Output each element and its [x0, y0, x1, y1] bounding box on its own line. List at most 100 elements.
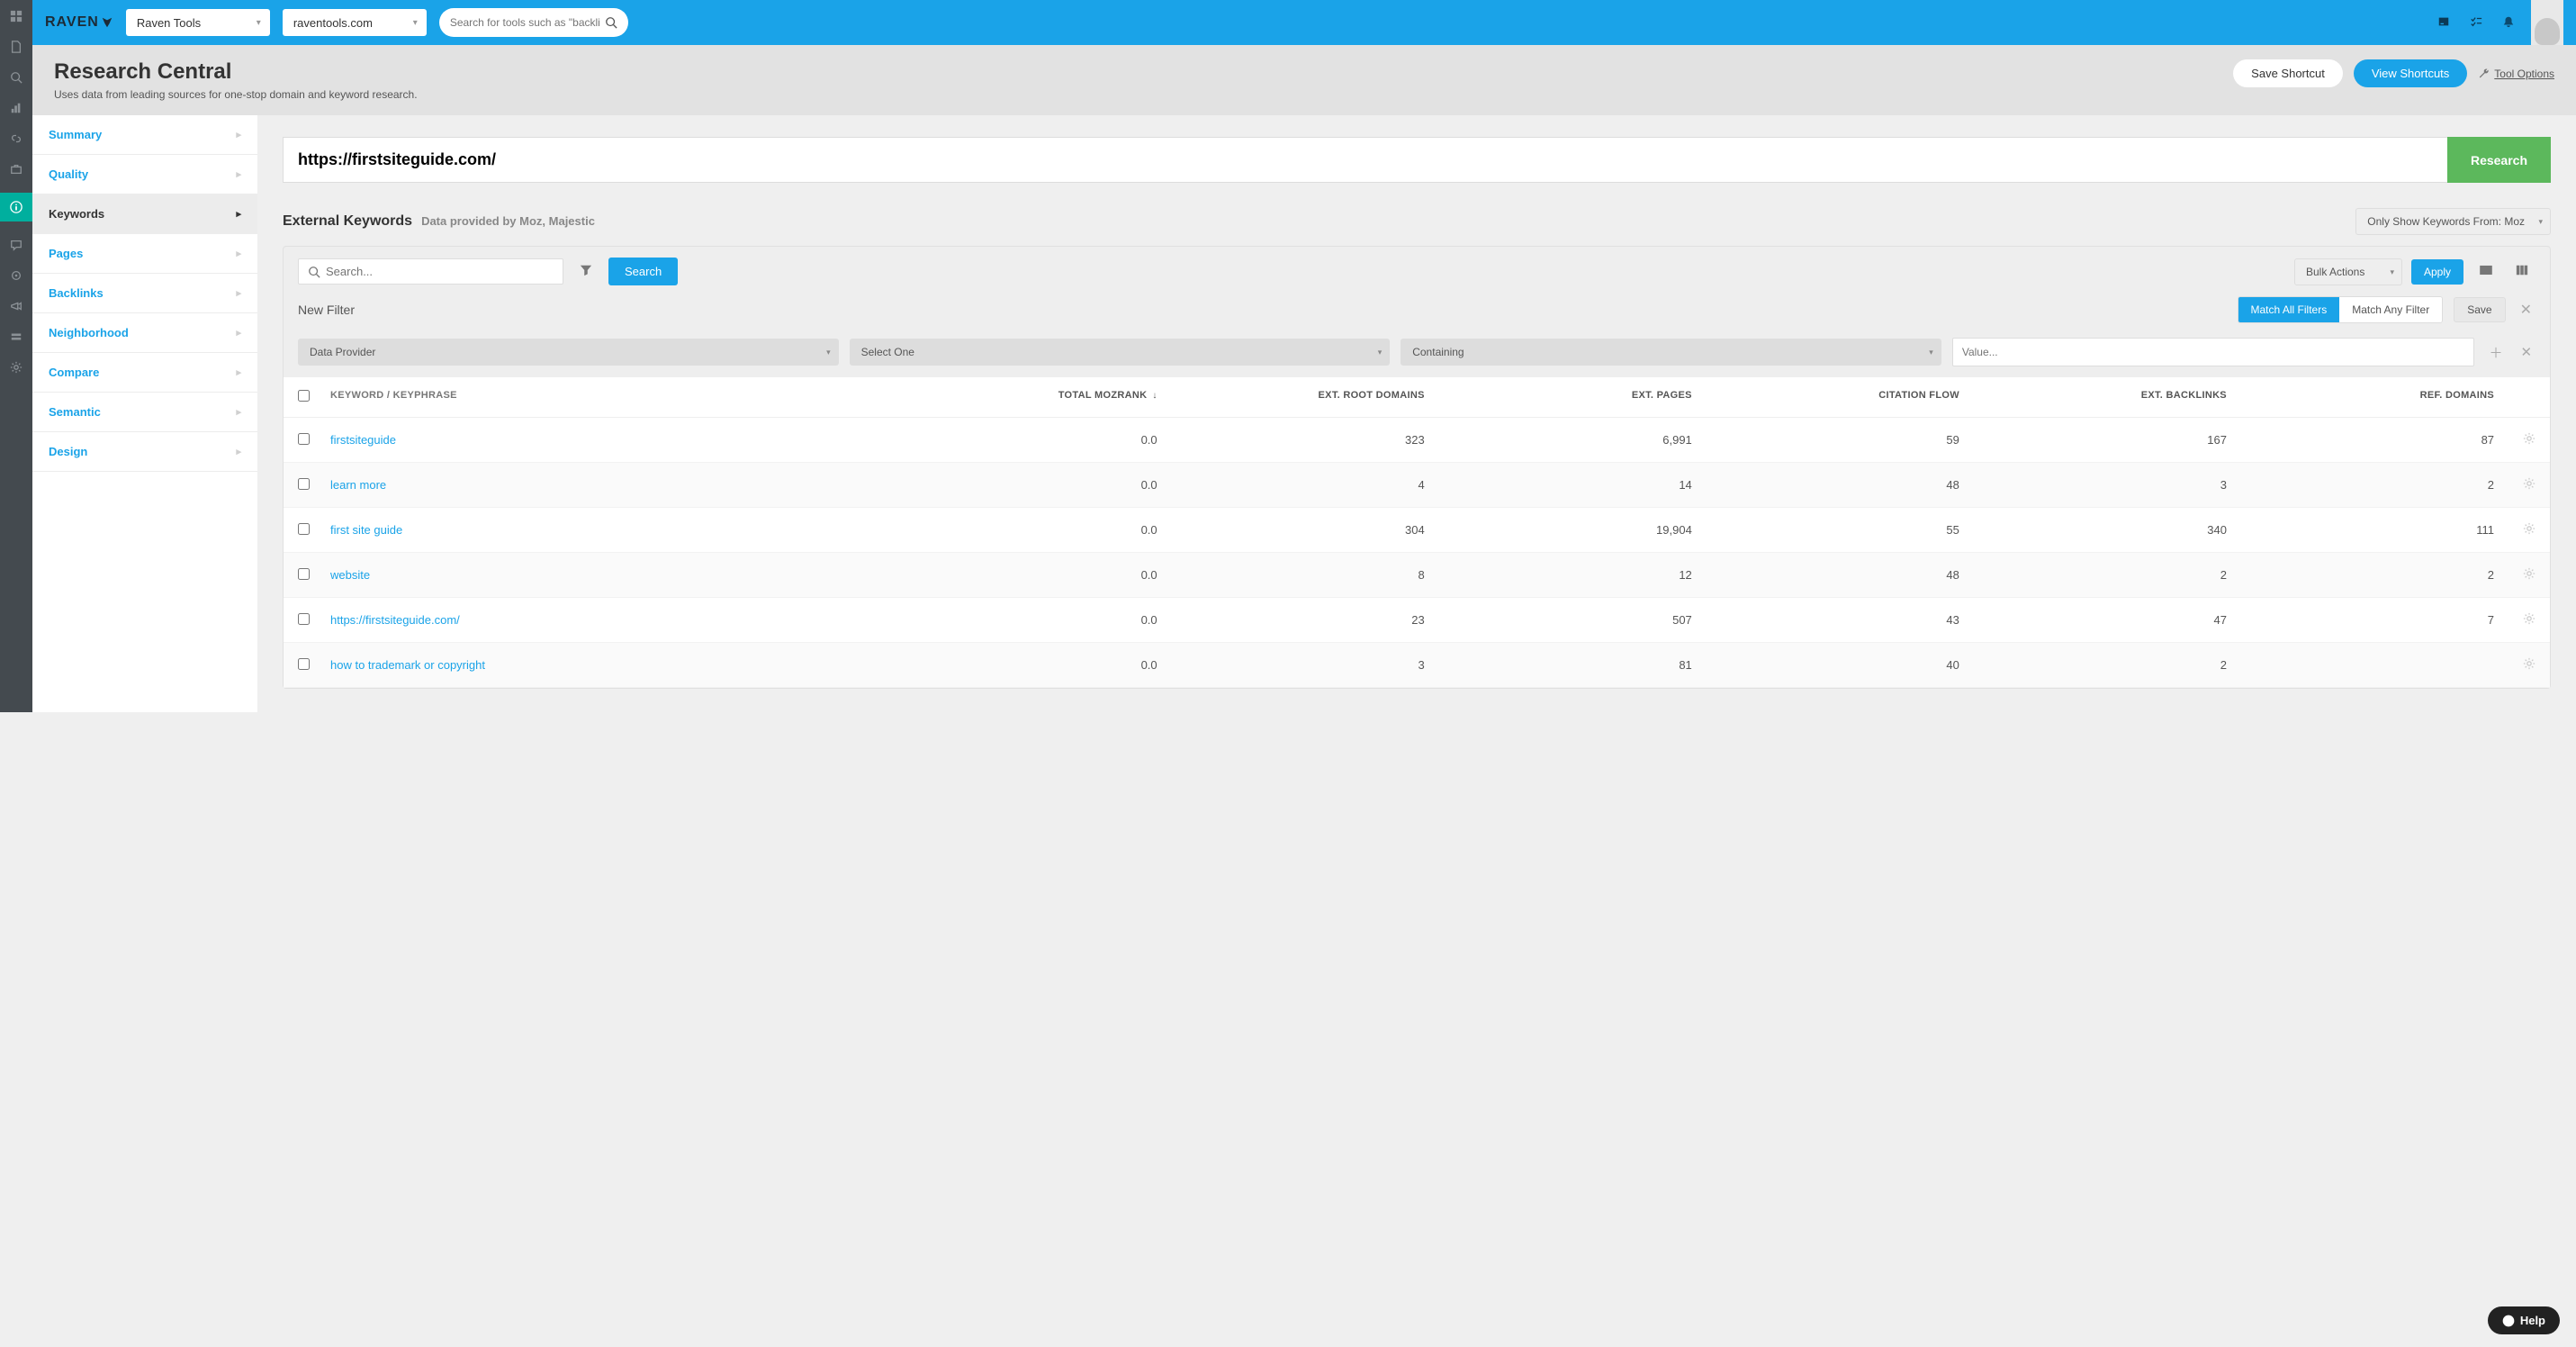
- keyword-link[interactable]: firstsiteguide: [330, 433, 899, 447]
- filter-operator-select[interactable]: Containing▾: [1401, 339, 1941, 366]
- bulk-actions-select[interactable]: Bulk Actions▾: [2294, 258, 2402, 285]
- keyword-link[interactable]: website: [330, 568, 899, 582]
- row-checkbox[interactable]: [298, 658, 310, 670]
- search-button[interactable]: Search: [608, 258, 678, 285]
- close-filter-icon[interactable]: ✕: [2517, 301, 2535, 319]
- rail-layers-icon[interactable]: [9, 330, 23, 344]
- row-checkbox[interactable]: [298, 568, 310, 580]
- card-icon[interactable]: [2434, 12, 2454, 34]
- rail-dashboard-icon[interactable]: [9, 9, 23, 23]
- col-mozrank[interactable]: TOTAL MOZRANK↓: [899, 390, 1166, 404]
- wrench-icon: [2478, 68, 2490, 80]
- rail-link-icon[interactable]: [9, 131, 23, 146]
- save-filter-button[interactable]: Save: [2454, 297, 2505, 322]
- sidenav-item-semantic[interactable]: Semantic ▸: [32, 393, 257, 432]
- cell-root-domains: 3: [1166, 658, 1434, 672]
- chevron-right-icon: ▸: [236, 446, 241, 457]
- columns-icon[interactable]: [2508, 260, 2535, 284]
- col-ref-domains[interactable]: REF. DOMAINS: [2236, 390, 2503, 404]
- select-all-checkbox[interactable]: [298, 390, 310, 402]
- rail-megaphone-icon[interactable]: [9, 299, 23, 313]
- cell-citation-flow: 40: [1701, 658, 1968, 672]
- sidenav-item-summary[interactable]: Summary▸: [32, 115, 257, 155]
- rail-info-icon[interactable]: [0, 193, 32, 221]
- rail-briefcase-icon[interactable]: [9, 162, 23, 176]
- cell-ext-backlinks: 167: [1968, 433, 2236, 447]
- col-root-domains[interactable]: EXT. ROOT DOMAINS: [1166, 390, 1434, 404]
- rail-gear-icon[interactable]: [9, 360, 23, 375]
- cell-ext-pages: 81: [1434, 658, 1701, 672]
- rail-bars-icon[interactable]: [9, 101, 23, 115]
- table-search[interactable]: [298, 258, 563, 285]
- table-search-input[interactable]: [326, 265, 554, 278]
- global-search-input[interactable]: [450, 16, 599, 29]
- view-shortcuts-button[interactable]: View Shortcuts: [2354, 59, 2467, 87]
- sidenav-item-keywords[interactable]: Keywords▸: [32, 194, 257, 234]
- account-select[interactable]: Raven Tools▾: [126, 9, 270, 36]
- remove-filter-row-icon[interactable]: ✕: [2517, 344, 2535, 360]
- keyword-link[interactable]: learn more: [330, 478, 899, 492]
- filter-provider-select[interactable]: Data Provider▾: [298, 339, 839, 366]
- display-mode-icon[interactable]: [2472, 260, 2499, 284]
- row-checkbox[interactable]: [298, 523, 310, 535]
- filter-icon-button[interactable]: [572, 260, 599, 284]
- domain-select[interactable]: raventools.com▾: [283, 9, 427, 36]
- rail-target-icon[interactable]: [9, 268, 23, 283]
- global-search[interactable]: [439, 8, 628, 37]
- keyword-link[interactable]: first site guide: [330, 523, 899, 537]
- keyword-link[interactable]: https://firstsiteguide.com/: [330, 613, 899, 627]
- rail-chat-icon[interactable]: [9, 238, 23, 252]
- checklist-icon[interactable]: [2466, 12, 2486, 34]
- row-gear-icon[interactable]: [2503, 477, 2535, 493]
- filter-field-select[interactable]: Select One▾: [850, 339, 1391, 366]
- sidenav-item-design[interactable]: Design▸: [32, 432, 257, 472]
- cell-ext-pages: 507: [1434, 613, 1701, 627]
- rail-search-icon[interactable]: [9, 70, 23, 85]
- cell-mozrank: 0.0: [899, 613, 1166, 627]
- add-filter-row-icon[interactable]: ＋: [2485, 343, 2506, 362]
- apply-button[interactable]: Apply: [2411, 259, 2463, 285]
- col-keyword[interactable]: KEYWORD / KEYPHRASE: [330, 390, 899, 404]
- row-gear-icon[interactable]: [2503, 567, 2535, 583]
- cell-ext-pages: 14: [1434, 478, 1701, 492]
- research-url-input[interactable]: [283, 137, 2447, 183]
- topbar: RAVEN Raven Tools▾ raventools.com▾: [32, 0, 2576, 45]
- research-button[interactable]: Research: [2447, 137, 2551, 183]
- sidenav-item-quality[interactable]: Quality▸: [32, 155, 257, 194]
- row-gear-icon[interactable]: [2503, 522, 2535, 538]
- save-shortcut-button[interactable]: Save Shortcut: [2233, 59, 2343, 87]
- rail-document-icon[interactable]: [9, 40, 23, 54]
- table-header: KEYWORD / KEYPHRASE TOTAL MOZRANK↓ EXT. …: [284, 377, 2550, 418]
- row-checkbox[interactable]: [298, 613, 310, 625]
- row-gear-icon[interactable]: [2503, 657, 2535, 673]
- tool-options-link[interactable]: Tool Options: [2478, 68, 2554, 80]
- user-avatar[interactable]: [2531, 0, 2563, 45]
- sidenav-item-neighborhood[interactable]: Neighborhood▸: [32, 313, 257, 353]
- col-citation-flow[interactable]: CITATION FLOW: [1701, 390, 1968, 404]
- chevron-down-icon: ▾: [2538, 217, 2543, 227]
- row-checkbox[interactable]: [298, 478, 310, 490]
- filter-section: New Filter Match All Filters Match Any F…: [284, 296, 2550, 377]
- cell-mozrank: 0.0: [899, 478, 1166, 492]
- sidenav-item-label: Backlinks: [49, 286, 104, 300]
- col-ext-pages[interactable]: EXT. PAGES: [1434, 390, 1701, 404]
- sidenav-item-label: Semantic: [49, 405, 101, 419]
- show-keywords-from-select[interactable]: Only Show Keywords From: Moz▾: [2355, 208, 2551, 235]
- chevron-right-icon: ▸: [236, 406, 241, 418]
- page-title: Research Central: [54, 59, 418, 85]
- match-any-button[interactable]: Match Any Filter: [2339, 297, 2442, 322]
- row-gear-icon[interactable]: [2503, 432, 2535, 447]
- bell-icon[interactable]: [2499, 12, 2518, 34]
- sidenav-item-backlinks[interactable]: Backlinks▸: [32, 274, 257, 313]
- section-head: External Keywords Data provided by Moz, …: [283, 208, 2551, 235]
- sidenav-item-compare[interactable]: Compare▸: [32, 353, 257, 393]
- help-button[interactable]: Help: [2488, 1306, 2560, 1334]
- keyword-link[interactable]: how to trademark or copyright: [330, 658, 899, 672]
- col-ext-backlinks[interactable]: EXT. BACKLINKS: [1968, 390, 2236, 404]
- row-checkbox[interactable]: [298, 433, 310, 445]
- page-header: Research Central Uses data from leading …: [32, 45, 2576, 115]
- match-all-button[interactable]: Match All Filters: [2238, 297, 2340, 322]
- row-gear-icon[interactable]: [2503, 612, 2535, 628]
- sidenav-item-pages[interactable]: Pages▸: [32, 234, 257, 274]
- filter-value-input[interactable]: [1952, 338, 2475, 366]
